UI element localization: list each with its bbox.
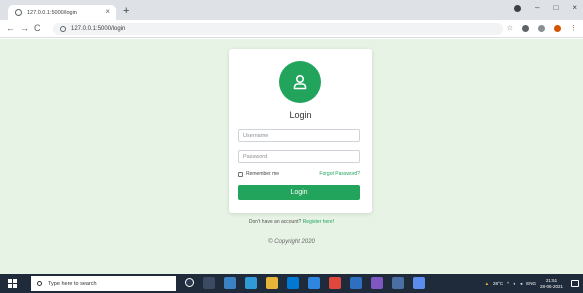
forward-button[interactable]: → bbox=[20, 23, 29, 34]
app-icon[interactable] bbox=[224, 277, 236, 289]
remember-me-checkbox[interactable] bbox=[238, 171, 243, 177]
reload-button[interactable]: C bbox=[34, 23, 41, 34]
tab-title: 127.0.0.1:5000/login bbox=[27, 9, 77, 16]
notifications-icon[interactable] bbox=[571, 280, 579, 287]
browser-toolbar: ← → C 127.0.0.1:5000/login ☆ ⋮ bbox=[0, 20, 583, 38]
search-icon bbox=[37, 281, 42, 286]
tab-close-button[interactable]: × bbox=[105, 7, 110, 17]
globe-icon bbox=[15, 9, 22, 16]
network-icon[interactable]: ◐ bbox=[513, 281, 516, 286]
info-icon[interactable] bbox=[60, 26, 66, 32]
page-content: Login Remember me Forgot Password? Login… bbox=[0, 39, 583, 274]
user-avatar-icon bbox=[279, 61, 321, 103]
browser-tab[interactable]: 127.0.0.1:5000/login × bbox=[8, 5, 116, 20]
system-tray: ▲ 28°C ^ ◐ ◂ ENG 21:51 28-06-2021 bbox=[485, 276, 579, 291]
language-indicator[interactable]: ENG bbox=[526, 281, 536, 286]
cortana-icon[interactable] bbox=[185, 278, 194, 287]
window-controls: – □ × bbox=[514, 3, 577, 13]
profile-icon[interactable] bbox=[514, 4, 522, 12]
volume-icon[interactable]: ◂ bbox=[520, 281, 522, 287]
copyright-text: © Copyright 2020 bbox=[268, 239, 315, 245]
vscode-icon[interactable] bbox=[308, 277, 320, 289]
minimize-button[interactable]: – bbox=[535, 3, 539, 13]
edge-icon[interactable] bbox=[245, 277, 257, 289]
store-icon[interactable] bbox=[287, 277, 299, 289]
bookmark-star-icon[interactable]: ☆ bbox=[507, 23, 513, 34]
remember-me[interactable]: Remember me bbox=[238, 171, 279, 177]
address-bar[interactable]: 127.0.0.1:5000/login bbox=[53, 23, 503, 35]
browser-tab-strip: 127.0.0.1:5000/login × + – □ × bbox=[0, 0, 583, 20]
taskbar-apps bbox=[185, 277, 425, 289]
login-heading: Login bbox=[289, 110, 312, 120]
back-button[interactable]: ← bbox=[6, 23, 15, 34]
taskbar-search[interactable]: Type here to search bbox=[31, 276, 176, 291]
register-prompt-text: Don't have an account? bbox=[248, 219, 302, 225]
taskbar-search-placeholder: Type here to search bbox=[48, 280, 97, 287]
url-text: 127.0.0.1:5000/login bbox=[71, 26, 126, 32]
tray-chevron-icon[interactable]: ^ bbox=[507, 281, 509, 286]
clock[interactable]: 21:51 28-06-2021 bbox=[540, 278, 563, 290]
remember-me-label: Remember me bbox=[246, 171, 280, 177]
maximize-button[interactable]: □ bbox=[553, 3, 558, 13]
word-icon[interactable] bbox=[350, 277, 362, 289]
extensions-puzzle-icon[interactable] bbox=[538, 25, 545, 32]
chrome-icon[interactable] bbox=[329, 277, 341, 289]
clock-date: 28-06-2021 bbox=[539, 283, 563, 289]
app-icon-3[interactable] bbox=[392, 277, 404, 289]
register-link[interactable]: Register here! bbox=[303, 219, 334, 225]
close-window-button[interactable]: × bbox=[572, 3, 577, 13]
profile-avatar-icon[interactable] bbox=[554, 25, 561, 32]
toolbar-icons: ☆ ⋮ bbox=[507, 23, 577, 34]
weather-temperature[interactable]: 28°C bbox=[493, 281, 503, 286]
taskbar: Type here to search ▲ 28°C ^ ◐ ◂ ENG 21:… bbox=[0, 274, 583, 293]
forgot-password-link[interactable]: Forgot Password? bbox=[319, 171, 360, 177]
username-input[interactable] bbox=[238, 129, 360, 142]
login-button[interactable]: Login bbox=[238, 185, 360, 200]
browser-menu-icon[interactable]: ⋮ bbox=[570, 23, 577, 34]
weather-icon[interactable]: ▲ bbox=[485, 281, 489, 286]
task-view-icon[interactable] bbox=[203, 277, 215, 289]
new-tab-button[interactable]: + bbox=[123, 5, 129, 17]
extension-icon[interactable] bbox=[522, 25, 529, 32]
file-explorer-icon[interactable] bbox=[266, 277, 278, 289]
app-icon-4[interactable] bbox=[413, 277, 425, 289]
password-input[interactable] bbox=[238, 150, 360, 163]
login-card: Login Remember me Forgot Password? Login bbox=[229, 49, 372, 213]
register-prompt: Don't have an account? Register here! bbox=[0, 219, 583, 225]
app-icon-2[interactable] bbox=[371, 277, 383, 289]
windows-start-icon[interactable] bbox=[8, 279, 17, 288]
